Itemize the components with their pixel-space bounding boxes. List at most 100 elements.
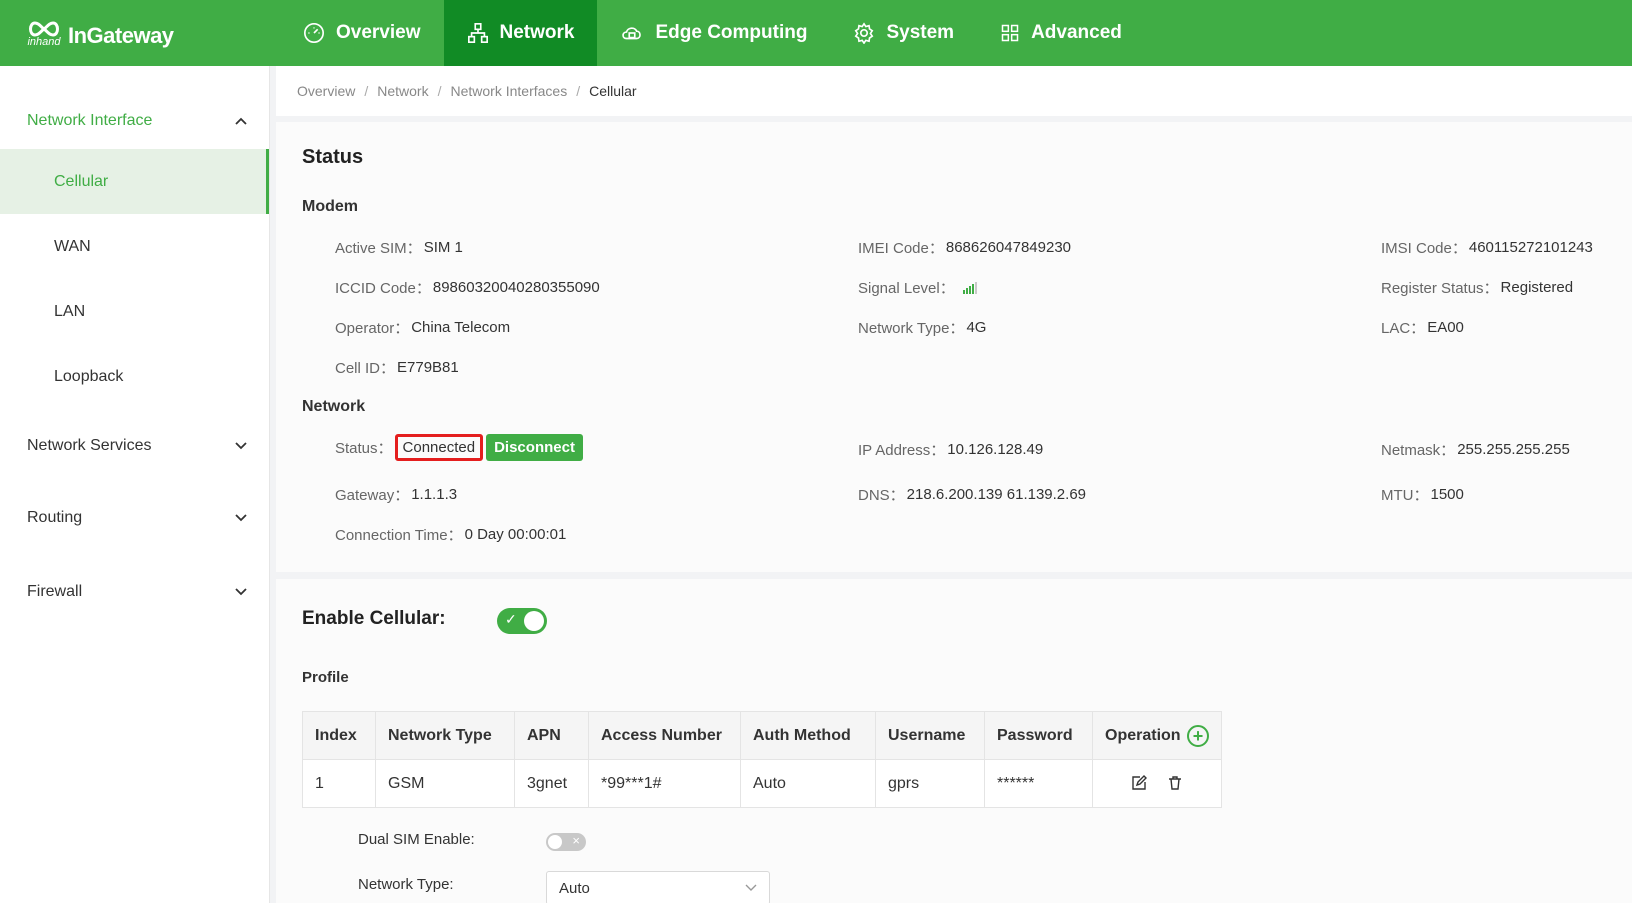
column-header: Network Type — [375, 711, 515, 760]
breadcrumb-overview[interactable]: Overview — [297, 83, 355, 99]
column-header: Password — [984, 711, 1093, 760]
column-header: Username — [875, 711, 985, 760]
breadcrumb-current: Cellular — [589, 83, 637, 99]
sidebar-item-cellular[interactable]: Cellular — [0, 149, 269, 214]
register-field: Register Status： Registered — [1381, 277, 1573, 298]
breadcrumb-separator: / — [576, 83, 581, 99]
netmask-value: 255.255.255.255 — [1457, 441, 1570, 458]
network-type-select[interactable]: Auto — [546, 871, 770, 903]
lac-value: EA00 — [1427, 319, 1464, 336]
imsi-field: IMSI Code： 460115272101243 — [1381, 237, 1593, 258]
column-header: Index — [302, 711, 376, 760]
edit-icon[interactable] — [1131, 775, 1147, 791]
nav-network[interactable]: Network — [443, 0, 598, 66]
nav-overview-label: Overview — [336, 22, 421, 43]
imei-value: 868626047849230 — [945, 239, 1072, 256]
sidebar-group-firewall[interactable]: Firewall — [0, 555, 269, 629]
profile-title: Profile — [302, 669, 349, 686]
sidebar-item-lan[interactable]: LAN — [0, 279, 269, 344]
sidebar-group-network-interface[interactable]: Network Interface — [0, 93, 269, 149]
mtu-field: MTU： 1500 — [1381, 484, 1464, 505]
gear-icon — [855, 22, 874, 44]
signal-bar — [968, 285, 971, 294]
network-type-label: Network Type： — [858, 320, 965, 337]
ip-label: IP Address： — [858, 442, 946, 459]
disconnect-button[interactable]: Disconnect — [486, 434, 583, 461]
cloud-icon — [622, 27, 642, 40]
chevron-down-icon — [235, 442, 247, 450]
gateway-value: 1.1.1.3 — [411, 486, 458, 503]
sidebar-group-network-services[interactable]: Network Services — [0, 411, 269, 481]
mtu-label: MTU： — [1381, 487, 1429, 504]
nav-system[interactable]: System — [830, 0, 977, 66]
signal-bar — [962, 289, 965, 294]
netmask-field: Netmask： 255.255.255.255 — [1381, 439, 1570, 460]
column-header: Operation — [1105, 726, 1181, 744]
netmask-label: Netmask： — [1381, 442, 1456, 459]
sidebar-item-label: Cellular — [54, 172, 109, 190]
mtu-value: 1500 — [1430, 486, 1464, 503]
nav-advanced-label: Advanced — [1031, 22, 1122, 43]
cell-id-value: E779B81 — [397, 359, 459, 376]
cell-index: 1 — [302, 759, 376, 808]
breadcrumb-network-interfaces[interactable]: Network Interfaces — [451, 83, 568, 99]
table-header-row: Index Network Type APN Access Number Aut… — [302, 711, 1223, 760]
dns-label: DNS： — [858, 487, 905, 504]
dns-value: 218.6.200.139 61.139.2.69 — [906, 486, 1087, 503]
enable-cellular-label: Enable Cellular: — [302, 608, 446, 629]
nav-advanced[interactable]: Advanced — [977, 0, 1145, 66]
column-header: Access Number — [588, 711, 741, 760]
status-title: Status — [302, 146, 364, 168]
sidebar-item-label: LAN — [54, 302, 86, 320]
dns-field: DNS： 218.6.200.139 61.139.2.69 — [858, 484, 1086, 505]
sidebar-item-wan[interactable]: WAN — [0, 214, 269, 279]
add-profile-button[interactable]: + — [1187, 724, 1210, 747]
sidebar-item-label: Loopback — [54, 367, 124, 385]
nav-edge-computing[interactable]: Edge Computing — [597, 0, 830, 66]
check-icon: ✓ — [505, 611, 517, 627]
nav-overview[interactable]: Overview — [280, 0, 444, 66]
breadcrumb: Overview / Network / Network Interfaces … — [276, 66, 1632, 116]
signal-bar — [965, 287, 968, 294]
nav-network-label: Network — [499, 22, 575, 43]
modem-title: Modem — [302, 198, 358, 215]
cell-username: gprs — [875, 759, 985, 808]
signal-bar — [971, 283, 974, 294]
toggle-knob — [524, 611, 544, 631]
network-type-select-label: Network Type: — [358, 876, 454, 893]
dual-sim-toggle[interactable]: × — [546, 833, 586, 851]
iccid-value: 89860320040280355090 — [432, 279, 600, 296]
enable-cellular-toggle[interactable]: ✓ — [497, 608, 547, 634]
brand-name: InGateway — [68, 23, 174, 48]
breadcrumb-network[interactable]: Network — [377, 83, 428, 99]
signal-bar — [974, 281, 977, 294]
breadcrumb-separator: / — [364, 83, 369, 99]
toggle-knob — [548, 835, 562, 849]
active-sim-field: Active SIM： SIM 1 — [335, 237, 463, 258]
sidebar-item-label: WAN — [54, 237, 91, 255]
sidebar: Network Interface Cellular WAN LAN Loopb… — [0, 66, 270, 903]
connection-time-value: 0 Day 00:00:01 — [464, 526, 567, 543]
connection-status-label: Status： — [335, 440, 393, 457]
iccid-label: ICCID Code： — [335, 280, 431, 297]
chevron-down-icon — [745, 884, 757, 891]
brand-logo[interactable]: inhand InGateway — [0, 0, 260, 66]
imsi-label: IMSI Code： — [1381, 240, 1467, 257]
delete-icon[interactable] — [1167, 775, 1183, 791]
register-value: Registered — [1500, 279, 1574, 296]
cell-auth-method: Auto — [740, 759, 876, 808]
column-header: APN — [514, 711, 589, 760]
connection-time-label: Connection Time： — [335, 527, 463, 544]
sidebar-group-label: Network Services — [27, 437, 152, 454]
network-type-selected: Auto — [559, 879, 590, 897]
cell-apn: 3gnet — [514, 759, 589, 808]
cellular-settings-card: Enable Cellular: ✓ Profile Index Network… — [276, 579, 1632, 903]
imei-field: IMEI Code： 868626047849230 — [858, 237, 1071, 258]
sidebar-item-loopback[interactable]: Loopback — [0, 344, 269, 409]
ip-field: IP Address： 10.126.128.49 — [858, 439, 1043, 460]
network-title: Network — [302, 398, 366, 415]
nav-system-label: System — [886, 22, 955, 43]
sidebar-group-routing[interactable]: Routing — [0, 481, 269, 555]
network-icon — [467, 23, 488, 43]
signal-field: Signal Level： — [858, 277, 977, 298]
